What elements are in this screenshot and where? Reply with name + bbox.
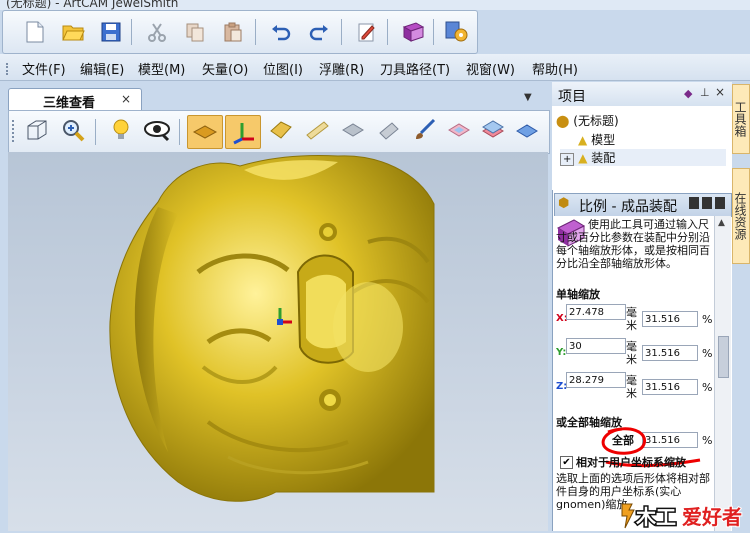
- expand-icon[interactable]: +: [560, 153, 575, 166]
- menu-relief[interactable]: 浮雕(R): [319, 59, 364, 78]
- project-panel-header: 项目 ◆ ⊥ ×: [552, 82, 732, 107]
- tree-root[interactable]: ⬤ (无标题): [556, 112, 619, 129]
- z-size-input[interactable]: 28.279: [566, 372, 626, 388]
- layers-color-icon[interactable]: [479, 117, 507, 143]
- y-percent-input[interactable]: 31.516: [642, 345, 698, 361]
- plane-view-button[interactable]: [187, 115, 223, 149]
- axes-gizmo-button[interactable]: [225, 115, 261, 149]
- open-folder-icon[interactable]: [59, 19, 87, 45]
- side-tab-toolbox[interactable]: 工具箱: [732, 84, 750, 154]
- window-title: (无标题) - ArtCAM JewelSmith: [6, 0, 179, 10]
- tab-3d-view-label: 三维查看: [43, 96, 96, 111]
- relative-ucs-label: 相对于用户坐标系缩放: [576, 456, 686, 469]
- tree-root-label: (无标题): [573, 114, 619, 128]
- scale-tool-icon: ⬢: [558, 196, 570, 211]
- y-unit: 毫米: [626, 340, 637, 366]
- x-size-input[interactable]: 27.478: [566, 304, 626, 320]
- edit-note-icon[interactable]: [353, 19, 381, 45]
- tree-item-assembly[interactable]: + ▲ 装配: [560, 149, 726, 166]
- tree-item-model-label: 模型: [591, 133, 616, 147]
- x-pct-sign: %: [702, 313, 713, 326]
- tab-3d-view[interactable]: 三维查看 ×: [8, 88, 142, 111]
- tab-list-arrow-icon[interactable]: ▼: [524, 92, 532, 103]
- panel-close-icon[interactable]: [715, 197, 725, 209]
- copy-icon[interactable]: [181, 19, 209, 45]
- pin-icon[interactable]: ⊥: [700, 86, 710, 99]
- scale-panel-scrollbar[interactable]: ▲: [714, 216, 731, 531]
- side-tab-online-resources[interactable]: 在线资源: [732, 168, 750, 264]
- relief-model-render: [109, 155, 435, 502]
- menu-bar: 文件(F) 编辑(E) 模型(M) 矢量(O) 位图(I) 浮雕(R) 刀具路径…: [0, 54, 750, 81]
- close-panel-icon[interactable]: ×: [715, 85, 725, 99]
- light-bulb-icon[interactable]: [107, 117, 135, 143]
- tree-item-assembly-label: 装配: [591, 151, 616, 165]
- scale-description: 使用此工具可通过输入尺寸或百分比参数在装配中分别沿每个轴缩放形体，或是按相同百分…: [556, 218, 710, 270]
- origin-gizmo: [277, 319, 283, 325]
- scrollbar-thumb[interactable]: [718, 336, 729, 378]
- box-view-icon[interactable]: [23, 117, 51, 143]
- settings-tools-icon[interactable]: [443, 19, 471, 45]
- relief-grey-icon[interactable]: [339, 117, 367, 143]
- side-tab-strip: 工具箱 在线资源: [732, 82, 750, 531]
- 3d-viewport[interactable]: [8, 152, 548, 531]
- y-pct-sign: %: [702, 347, 713, 360]
- scale-panel-body: 使用此工具可通过输入尺寸或百分比参数在装配中分别沿每个轴缩放形体，或是按相同百分…: [554, 216, 714, 531]
- menu-vector[interactable]: 矢量(O): [202, 59, 248, 78]
- close-icon[interactable]: ×: [121, 92, 131, 106]
- help-book-icon[interactable]: [399, 19, 427, 45]
- pin-book-icon[interactable]: ◆: [684, 87, 692, 100]
- menu-file[interactable]: 文件(F): [22, 59, 66, 78]
- y-size-input[interactable]: 30: [566, 338, 626, 354]
- project-tree: ⬤ (无标题) ▲ 模型 + ▲ 装配: [552, 106, 732, 190]
- z-pct-sign: %: [702, 381, 713, 394]
- z-unit: 毫米: [626, 374, 637, 400]
- redo-icon[interactable]: [305, 19, 333, 45]
- zoom-icon[interactable]: [59, 117, 87, 143]
- relief-shade-icon[interactable]: [375, 117, 403, 143]
- relative-ucs-checkbox[interactable]: ✔: [560, 456, 573, 469]
- panel-up-icon[interactable]: [689, 197, 699, 209]
- save-icon[interactable]: [97, 19, 125, 45]
- assembly-icon: ▲: [578, 151, 588, 165]
- menu-toolpaths[interactable]: 刀具路径(T): [380, 59, 450, 78]
- all-percent-input[interactable]: 31.516: [642, 432, 698, 448]
- view-toolbar: [8, 110, 550, 154]
- tree-item-model[interactable]: ▲ 模型: [578, 131, 615, 148]
- scale-panel-header: ⬢ 比例 - 成品装配: [554, 193, 732, 217]
- paste-icon[interactable]: [219, 19, 247, 45]
- red-circle-annotation: [601, 427, 646, 455]
- relief-ribbon-icon[interactable]: [303, 117, 331, 143]
- panel-down-icon[interactable]: [702, 197, 712, 209]
- project-title: 项目: [558, 89, 586, 105]
- site-watermark-logo: 木工 爱好者: [620, 500, 748, 531]
- menu-bitmap[interactable]: 位图(I): [263, 59, 303, 78]
- model-icon: ▲: [578, 133, 588, 147]
- undo-icon[interactable]: [267, 19, 295, 45]
- z-percent-input[interactable]: 31.516: [642, 379, 698, 395]
- y-axis-label: Y:: [556, 347, 567, 358]
- cut-icon[interactable]: [143, 19, 171, 45]
- svg-text:爱好者: 爱好者: [682, 505, 742, 529]
- x-percent-input[interactable]: 31.516: [642, 311, 698, 327]
- x-unit: 毫米: [626, 306, 637, 332]
- single-axis-heading: 单轴缩放: [556, 288, 600, 301]
- material-color-icon[interactable]: [445, 117, 473, 143]
- paint-brush-icon[interactable]: [411, 117, 439, 143]
- menu-window[interactable]: 视窗(W): [466, 59, 515, 78]
- layers-blue-icon[interactable]: [513, 117, 541, 143]
- main-toolbar: [2, 10, 478, 54]
- menu-model[interactable]: 模型(M): [138, 59, 185, 78]
- svg-text:木工: 木工: [635, 505, 676, 529]
- menu-edit[interactable]: 编辑(E): [80, 59, 124, 78]
- relief-gold-icon[interactable]: [267, 117, 295, 143]
- all-pct-sign: %: [702, 434, 713, 447]
- eye-view-icon[interactable]: [143, 117, 171, 143]
- document-tab-bar: 三维查看 × ▼: [8, 86, 548, 111]
- menu-help[interactable]: 帮助(H): [532, 59, 578, 78]
- window-title-bar: (无标题) - ArtCAM JewelSmith: [0, 0, 750, 10]
- project-root-icon: ⬤: [556, 114, 570, 128]
- new-file-icon[interactable]: [21, 19, 49, 45]
- scale-panel-title: 比例 - 成品装配: [579, 199, 677, 215]
